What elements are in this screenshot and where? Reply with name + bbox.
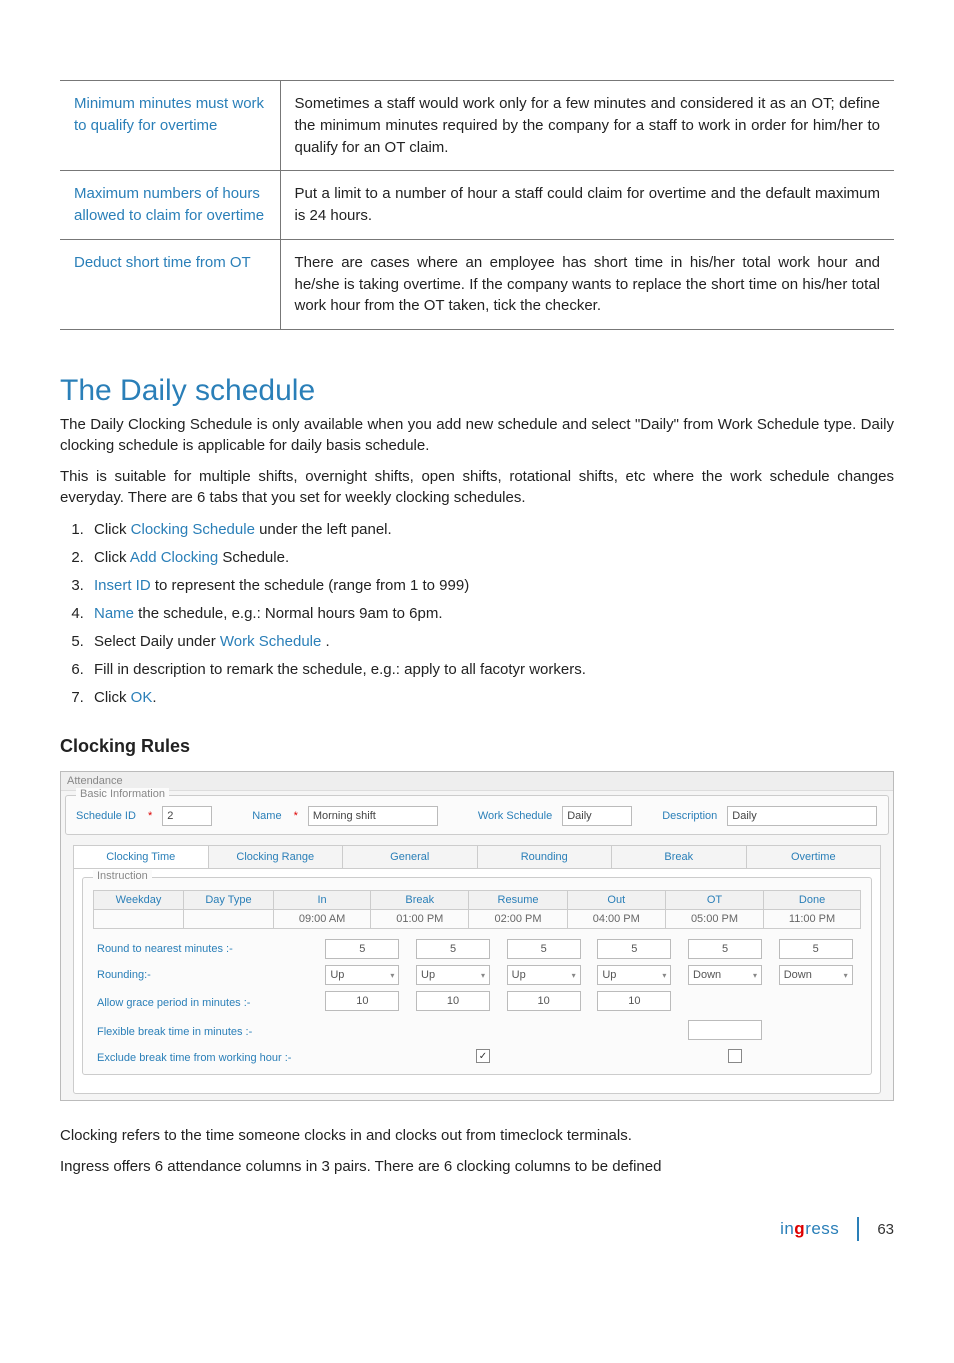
row2-desc: There are cases where an employee has sh… bbox=[280, 239, 894, 329]
step-5: Select Daily under Work Schedule . bbox=[88, 630, 894, 654]
col-weekday[interactable]: Weekday bbox=[94, 891, 184, 910]
settings-table: Minimum minutes must work to qualify for… bbox=[60, 80, 894, 330]
basic-info-fieldset: Basic Information Schedule ID* 2 Name* M… bbox=[65, 795, 889, 835]
chevron-down-icon: ▾ bbox=[390, 971, 394, 980]
round-in[interactable]: 5 bbox=[325, 939, 399, 959]
required-icon: * bbox=[148, 810, 152, 822]
tab-general[interactable]: General bbox=[342, 845, 478, 869]
tab-overtime[interactable]: Overtime bbox=[746, 845, 882, 869]
instruction-legend: Instruction bbox=[93, 870, 152, 882]
page-footer: ingress 63 bbox=[60, 1187, 894, 1241]
tab-clocking-time[interactable]: Clocking Time bbox=[73, 845, 209, 869]
instruction-fieldset: Instruction Weekday Day Type In Break Re… bbox=[82, 877, 872, 1075]
rounding-break[interactable]: Up▾ bbox=[416, 965, 490, 985]
description-label: Description bbox=[662, 810, 717, 822]
section-heading: The Daily schedule bbox=[60, 374, 894, 408]
rounding-resume[interactable]: Up▾ bbox=[507, 965, 581, 985]
chevron-down-icon: ▾ bbox=[572, 971, 576, 980]
rounding-done[interactable]: Down▾ bbox=[779, 965, 853, 985]
col-ot[interactable]: OT bbox=[665, 891, 763, 910]
rounding-out[interactable]: Up▾ bbox=[597, 965, 671, 985]
grace-label: Allow grace period in minutes :- bbox=[93, 997, 293, 1009]
row1-label: Maximum numbers of hours allowed to clai… bbox=[60, 171, 280, 240]
para-1: The Daily Clocking Schedule is only avai… bbox=[60, 414, 894, 456]
col-done[interactable]: Done bbox=[764, 891, 861, 910]
step-7: Click OK. bbox=[88, 686, 894, 710]
row0-label: Minimum minutes must work to qualify for… bbox=[60, 81, 280, 171]
time-done[interactable]: 11:00 PM bbox=[764, 910, 861, 929]
round-done[interactable]: 5 bbox=[779, 939, 853, 959]
step-6: Fill in description to remark the schedu… bbox=[88, 658, 894, 682]
page-number: 63 bbox=[877, 1221, 894, 1238]
rounding-label: Rounding:- bbox=[93, 969, 293, 981]
name-label: Name bbox=[252, 810, 281, 822]
rounding-ot[interactable]: Down▾ bbox=[688, 965, 762, 985]
footer-divider bbox=[857, 1217, 859, 1241]
brand-logo: ingress bbox=[780, 1219, 839, 1239]
col-daytype[interactable]: Day Type bbox=[184, 891, 274, 910]
window-title: Attendance bbox=[61, 772, 893, 791]
grace-done bbox=[779, 991, 853, 1011]
rounding-in[interactable]: Up▾ bbox=[325, 965, 399, 985]
closing-1: Clocking refers to the time someone cloc… bbox=[60, 1125, 894, 1146]
chevron-down-icon: ▾ bbox=[753, 971, 757, 980]
schedule-id-input[interactable]: 2 bbox=[162, 806, 212, 826]
flex-label: Flexible break time in minutes :- bbox=[93, 1026, 293, 1038]
steps-list: Click Clocking Schedule under the left p… bbox=[60, 518, 894, 710]
grace-resume[interactable]: 10 bbox=[507, 991, 581, 1011]
attendance-screenshot: Attendance Basic Information Schedule ID… bbox=[60, 771, 894, 1101]
work-schedule-label: Work Schedule bbox=[478, 810, 552, 822]
col-out[interactable]: Out bbox=[567, 891, 665, 910]
time-resume[interactable]: 02:00 PM bbox=[469, 910, 567, 929]
round-break[interactable]: 5 bbox=[416, 939, 490, 959]
para-2: This is suitable for multiple shifts, ov… bbox=[60, 466, 894, 508]
step-3: Insert ID to represent the schedule (ran… bbox=[88, 574, 894, 598]
round-out[interactable]: 5 bbox=[597, 939, 671, 959]
grace-in[interactable]: 10 bbox=[325, 991, 399, 1011]
time-out[interactable]: 04:00 PM bbox=[567, 910, 665, 929]
row0-desc: Sometimes a staff would work only for a … bbox=[280, 81, 894, 171]
chevron-down-icon: ▾ bbox=[481, 971, 485, 980]
step-2: Click Add Clocking Schedule. bbox=[88, 546, 894, 570]
col-resume[interactable]: Resume bbox=[469, 891, 567, 910]
work-schedule-input[interactable]: Daily bbox=[562, 806, 632, 826]
tab-strip: Clocking Time Clocking Range General Rou… bbox=[73, 845, 881, 869]
exclude-label: Exclude break time from working hour :- bbox=[93, 1052, 333, 1064]
closing-2: Ingress offers 6 attendance columns in 3… bbox=[60, 1156, 894, 1177]
grace-out[interactable]: 10 bbox=[597, 991, 671, 1011]
schedule-id-label: Schedule ID bbox=[76, 810, 136, 822]
chevron-down-icon: ▾ bbox=[844, 971, 848, 980]
round-label: Round to nearest minutes :- bbox=[93, 943, 293, 955]
flex-input[interactable] bbox=[688, 1020, 762, 1040]
time-in[interactable]: 09:00 AM bbox=[274, 910, 371, 929]
exclude-checkbox-1[interactable]: ✓ bbox=[476, 1049, 490, 1063]
description-input[interactable]: Daily bbox=[727, 806, 877, 826]
required-icon: * bbox=[294, 810, 298, 822]
round-ot[interactable]: 5 bbox=[688, 939, 762, 959]
exclude-checkbox-2[interactable] bbox=[728, 1049, 742, 1063]
clocking-grid: Weekday Day Type In Break Resume Out OT … bbox=[93, 890, 861, 929]
row1-desc: Put a limit to a number of hour a staff … bbox=[280, 171, 894, 240]
tab-break[interactable]: Break bbox=[611, 845, 747, 869]
time-break[interactable]: 01:00 PM bbox=[371, 910, 469, 929]
step-4: Name the schedule, e.g.: Normal hours 9a… bbox=[88, 602, 894, 626]
tab-rounding[interactable]: Rounding bbox=[477, 845, 613, 869]
row2-label: Deduct short time from OT bbox=[60, 239, 280, 329]
col-break[interactable]: Break bbox=[371, 891, 469, 910]
chevron-down-icon: ▾ bbox=[662, 971, 666, 980]
tab-clocking-range[interactable]: Clocking Range bbox=[208, 845, 344, 869]
subheading: Clocking Rules bbox=[60, 736, 894, 757]
grace-ot bbox=[688, 991, 762, 1011]
col-in[interactable]: In bbox=[274, 891, 371, 910]
round-resume[interactable]: 5 bbox=[507, 939, 581, 959]
basic-info-legend: Basic Information bbox=[76, 788, 169, 800]
time-ot[interactable]: 05:00 PM bbox=[665, 910, 763, 929]
step-1: Click Clocking Schedule under the left p… bbox=[88, 518, 894, 542]
grace-break[interactable]: 10 bbox=[416, 991, 490, 1011]
name-input[interactable]: Morning shift bbox=[308, 806, 438, 826]
tab-content: Instruction Weekday Day Type In Break Re… bbox=[73, 868, 881, 1094]
